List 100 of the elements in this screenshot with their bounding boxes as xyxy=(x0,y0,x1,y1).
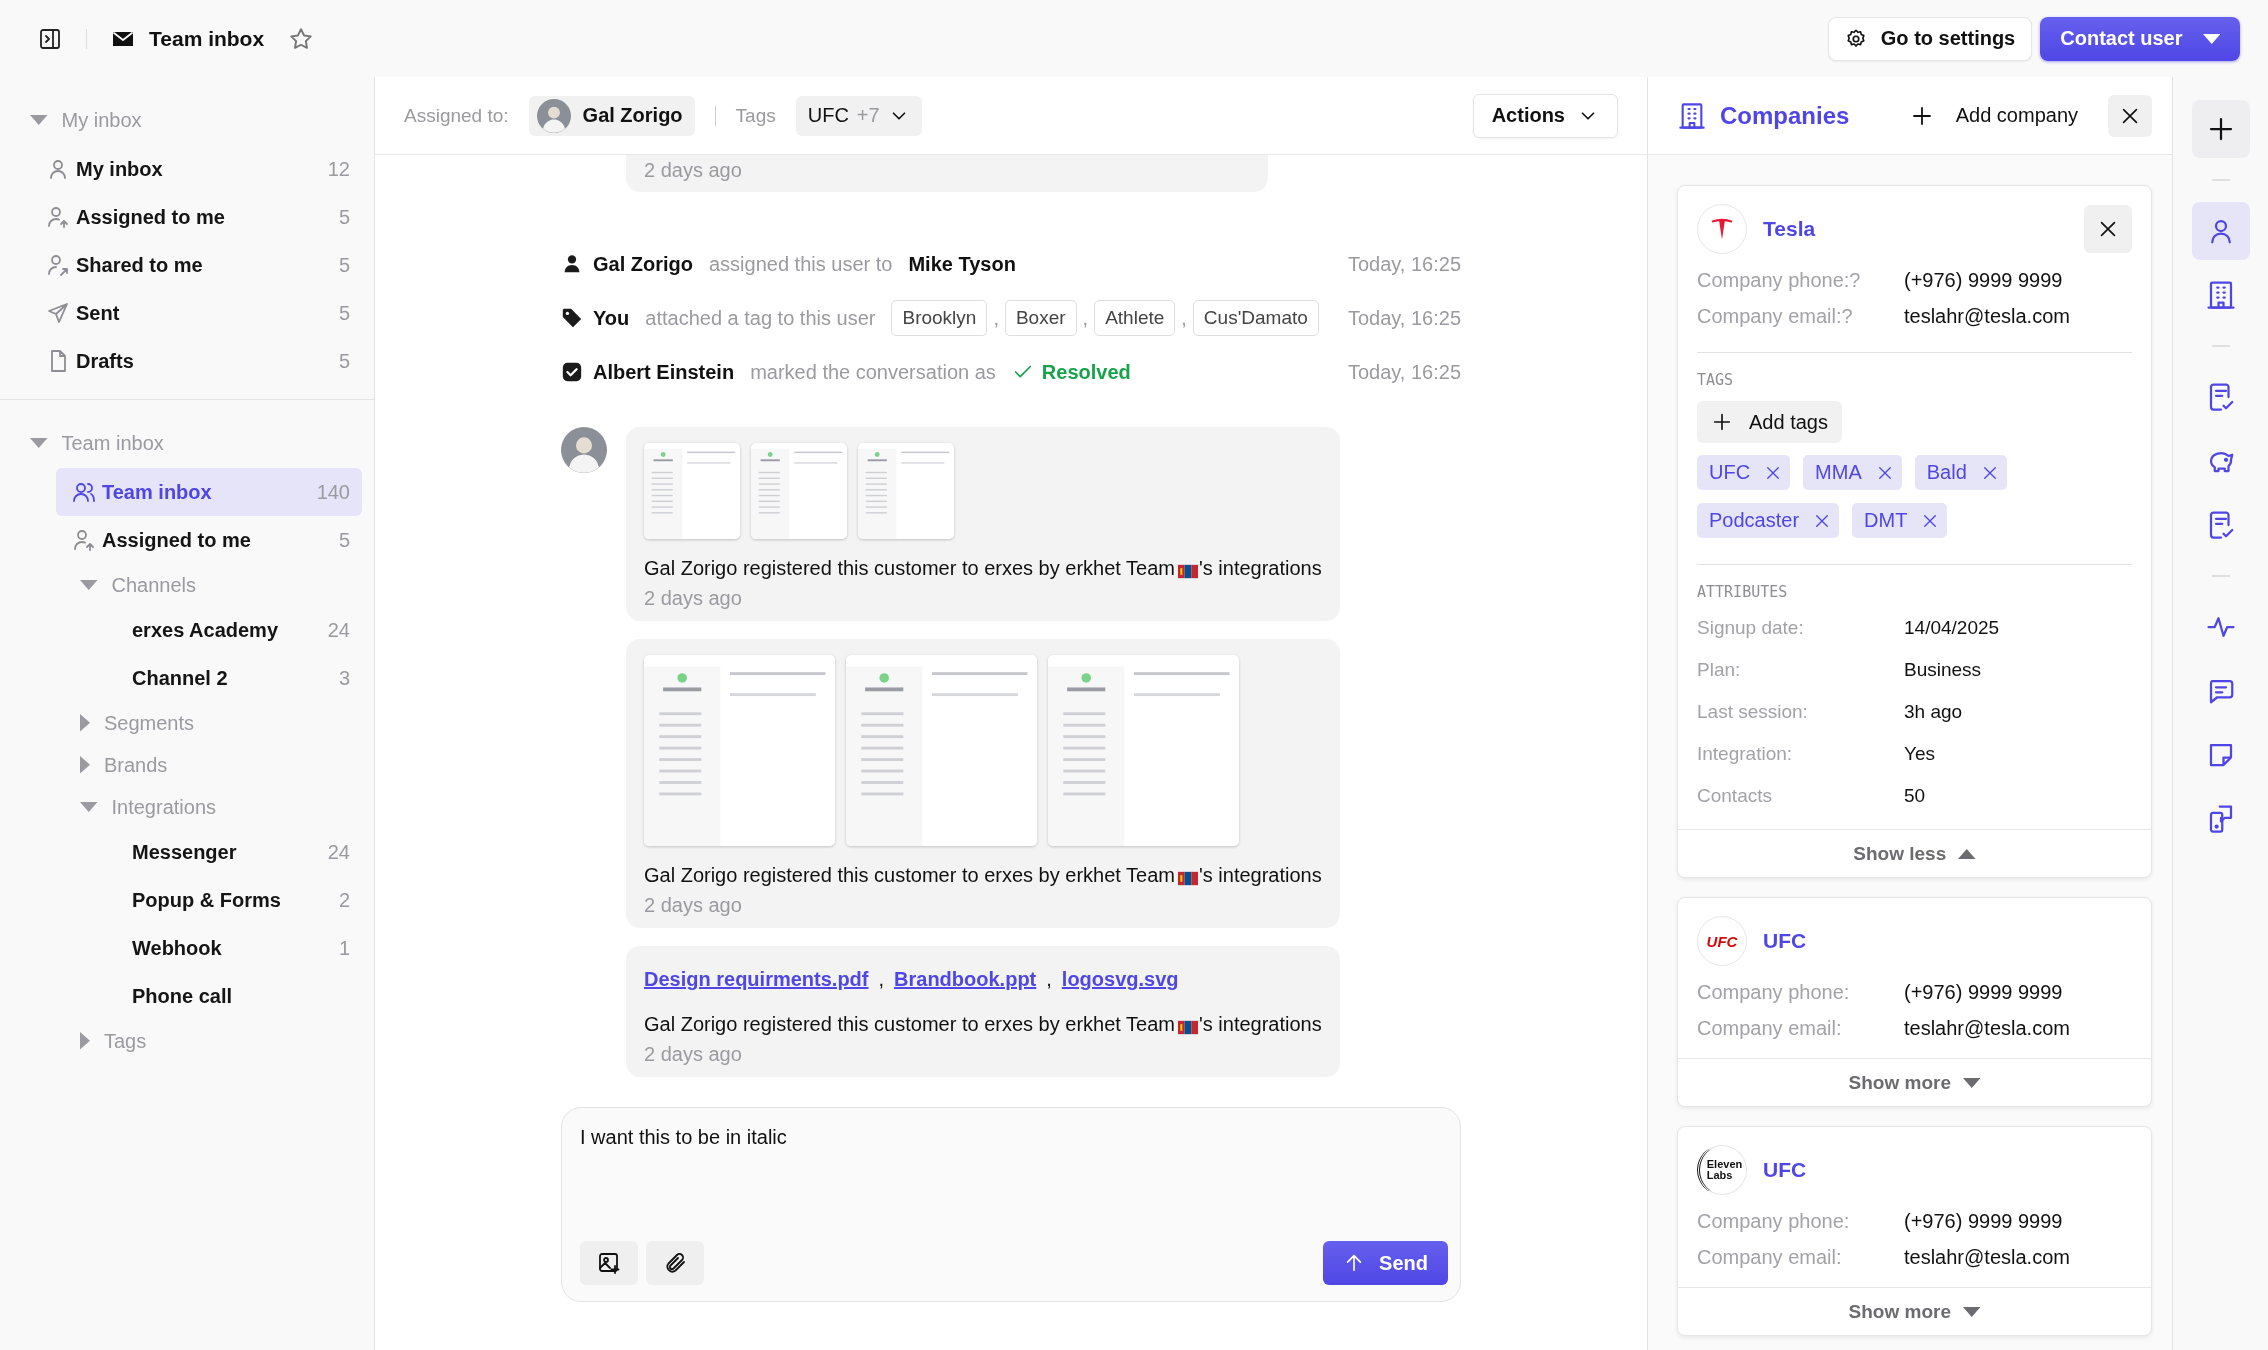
message-composer[interactable]: I want this to be in italic Send xyxy=(561,1107,1461,1302)
separator: , xyxy=(1082,306,1089,330)
field-value: (+976) 9999 9999 xyxy=(1904,980,2064,1004)
sidebar-item[interactable]: My inbox 12 xyxy=(30,145,362,193)
separator: , xyxy=(993,306,999,330)
message-text: Gal Zorigo registered this customer to erxes by erkhet Team xyxy=(644,1012,1175,1037)
attribute-label: Contacts xyxy=(1697,785,1773,807)
company-logo xyxy=(1697,204,1747,254)
attribute-label: Integration: xyxy=(1697,743,1794,765)
message-text: 's integrations xyxy=(1198,556,1322,581)
company-name[interactable]: UFC xyxy=(1763,929,1807,953)
field-label: Company phone: xyxy=(1697,1209,1851,1233)
company-name[interactable]: Tesla xyxy=(1763,217,1816,241)
sidebar-item[interactable]: Drafts 5 xyxy=(30,337,362,385)
rail-button[interactable] xyxy=(2191,100,2250,158)
field-label: Company email: xyxy=(1697,1016,1843,1040)
company-logo: UFC xyxy=(1697,916,1747,966)
sidebar-item[interactable]: Phone call xyxy=(86,972,362,1020)
section-heading: TAGS xyxy=(1697,371,1735,389)
assignee-name: Mike Tyson xyxy=(908,252,1016,276)
add-company-button[interactable]: Add company xyxy=(1893,94,2094,137)
assignee-chip[interactable]: Gal Zorigo xyxy=(528,95,695,136)
field-label: Company phone: xyxy=(1697,980,1851,1004)
timestamp: Today, 16:25 xyxy=(1347,306,1461,330)
section-heading: ATTRIBUTES xyxy=(1697,583,1789,601)
item-count: 140 xyxy=(316,480,350,504)
attribute-label: Last session: xyxy=(1697,701,1809,723)
field-label: Company email:? xyxy=(1697,304,1854,328)
sidebar-item[interactable]: Shared to me 5 xyxy=(30,241,362,289)
attribute-value: Business xyxy=(1904,659,1983,681)
sidebar-item[interactable]: Sent 5 xyxy=(30,289,362,337)
insert-image-button[interactable] xyxy=(580,1241,638,1285)
contact-user-button[interactable]: Contact user xyxy=(2040,16,2240,61)
attribute-value: 50 xyxy=(1904,785,1927,807)
panel-title: Companies xyxy=(1720,101,1850,130)
item-count: 5 xyxy=(338,349,350,373)
timestamp: 2 days ago xyxy=(644,893,743,918)
item-count: 24 xyxy=(327,618,350,642)
sidebar-item[interactable]: Channel 2 3 xyxy=(86,654,362,702)
flag-icon xyxy=(1177,1020,1198,1035)
actor-name: You xyxy=(593,306,630,330)
file-link[interactable]: Design requirments.pdf xyxy=(644,968,869,991)
tag-icon xyxy=(561,307,583,329)
flag-icon xyxy=(1177,564,1198,579)
settings-icon xyxy=(1844,27,1867,50)
toggle-details-button[interactable]: Show less xyxy=(1853,842,1976,865)
sidebar-toggle-icon[interactable] xyxy=(38,26,62,51)
sidebar-item[interactable]: Messenger 24 xyxy=(86,828,362,876)
close-button[interactable] xyxy=(2108,94,2152,137)
assigned-label: Assigned to: xyxy=(404,104,509,127)
field-label: Company email: xyxy=(1697,1245,1843,1269)
activity-text: marked the conversation as xyxy=(750,360,996,384)
toggle-details-button[interactable]: Show more xyxy=(1848,1300,1981,1323)
company-name[interactable]: UFC xyxy=(1763,1158,1807,1182)
attribute-value: Yes xyxy=(1904,743,1936,765)
message-text: 's integrations xyxy=(1198,1012,1322,1037)
check-square-icon xyxy=(561,361,583,383)
sidebar-item[interactable]: Team inbox 140 xyxy=(56,468,362,516)
attribute-label: Signup date: xyxy=(1697,617,1805,639)
star-icon[interactable] xyxy=(288,25,315,52)
company-logo: Eleven Labs xyxy=(1697,1145,1747,1195)
sidebar-item[interactable]: Assigned to me 5 xyxy=(56,516,362,564)
timestamp: Today, 16:25 xyxy=(1347,360,1461,384)
actor-name: Gal Zorigo xyxy=(593,252,693,276)
tag-label: DMT xyxy=(1864,509,1908,532)
remove-company-button[interactable] xyxy=(2084,205,2132,253)
file-link[interactable]: Brandbook.ppt xyxy=(894,968,1037,991)
paperclip-icon xyxy=(663,1251,687,1275)
tag-label: Bald xyxy=(1926,461,1967,484)
activity-text: attached a tag to this user xyxy=(645,306,876,330)
sidebar-item[interactable]: erxes Academy 24 xyxy=(86,606,362,654)
settings-button[interactable]: Go to settings xyxy=(1827,16,2033,61)
item-count: 3 xyxy=(338,666,350,690)
toggle-details-button[interactable]: Show more xyxy=(1848,1071,1981,1094)
send-button[interactable]: Send xyxy=(1323,1241,1448,1285)
send-icon xyxy=(46,301,70,325)
item-count: 5 xyxy=(338,528,350,552)
tags-dropdown[interactable]: UFC +7 xyxy=(795,95,922,136)
sidebar-item[interactable]: Popup & Forms 2 xyxy=(86,876,362,924)
item-count: 1 xyxy=(338,936,350,960)
file-link[interactable]: logosvg.svg xyxy=(1061,968,1179,991)
attach-button[interactable] xyxy=(646,1241,704,1285)
actions-button[interactable]: Actions xyxy=(1472,93,1618,138)
tag-label: Podcaster xyxy=(1709,509,1800,532)
timestamp: Today, 16:25 xyxy=(1347,252,1461,276)
timestamp: 2 days ago xyxy=(644,1042,743,1067)
tag-label: MMA xyxy=(1815,461,1862,484)
add-tags-button[interactable]: Add tags xyxy=(1697,401,1842,443)
actor-name: Albert Einstein xyxy=(593,360,735,384)
field-value: teslahr@tesla.com xyxy=(1904,1245,2071,1269)
field-value: (+976) 9999 9999 xyxy=(1904,1209,2064,1233)
message-text: Gal Zorigo registered this customer to erxes by erkhet Team xyxy=(644,863,1175,888)
tag-chip: Brooklyn xyxy=(891,300,988,336)
status-label: Resolved xyxy=(1011,360,1131,384)
sidebar-item[interactable]: Webhook 1 xyxy=(86,924,362,972)
attribute-value: 3h ago xyxy=(1904,701,1964,723)
sidebar-item[interactable]: Assigned to me 5 xyxy=(30,193,362,241)
user-arrow-icon xyxy=(72,528,96,552)
separator: , xyxy=(1181,306,1187,330)
caret-icon xyxy=(2202,33,2220,44)
